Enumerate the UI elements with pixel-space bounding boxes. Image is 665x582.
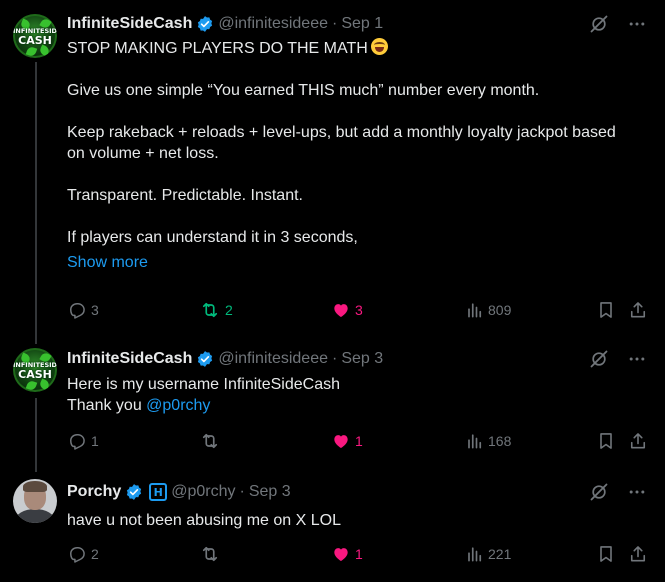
laughing-with-tears-emoji xyxy=(370,38,388,55)
post[interactable]: INFINITESIDE CASH InfiniteSideCash @infi… xyxy=(0,0,665,340)
post-text: have u not been abusing me on X LOL xyxy=(67,510,657,531)
views-button[interactable]: 809 xyxy=(464,300,511,320)
views-count: 221 xyxy=(488,546,512,562)
reply-button[interactable]: 3 xyxy=(67,300,99,320)
repost-button[interactable]: 2 xyxy=(199,300,233,320)
views-count: 168 xyxy=(488,433,512,449)
avatar-text-bottom: CASH xyxy=(18,34,52,47)
author-handle[interactable]: @infinitesideee xyxy=(218,15,328,33)
separator-dot: · xyxy=(332,350,338,367)
like-button[interactable]: 3 xyxy=(331,300,363,320)
more-options-icon[interactable] xyxy=(627,349,647,374)
post-text-line: Keep rakeback + reloads + level-ups, but… xyxy=(67,124,616,141)
author-name[interactable]: InfiniteSideCash xyxy=(67,15,192,33)
repost-icon xyxy=(202,433,218,449)
repost-count: 2 xyxy=(225,302,233,318)
repost-button[interactable] xyxy=(199,431,225,451)
share-icon xyxy=(630,433,646,449)
reply-icon xyxy=(70,434,85,450)
share-icon xyxy=(630,546,646,562)
more-options-icon[interactable] xyxy=(627,482,647,507)
bookmark-button[interactable] xyxy=(596,300,616,320)
separator-dot: · xyxy=(332,15,338,32)
separator-dot: · xyxy=(239,483,245,500)
reply-button[interactable]: 1 xyxy=(67,431,99,451)
author-handle[interactable]: @infinitesideee xyxy=(218,350,328,368)
post-date[interactable]: Sep 1 xyxy=(341,15,383,33)
post-text-line: Give us one simple “You earned THIS much… xyxy=(67,82,540,99)
verified-badge-icon xyxy=(196,15,214,33)
like-button[interactable]: 1 xyxy=(331,544,363,564)
reply-count: 2 xyxy=(91,546,99,562)
show-more-link[interactable]: Show more xyxy=(67,254,148,271)
author-name[interactable]: Porchy xyxy=(67,483,121,501)
more-options-icon[interactable] xyxy=(627,14,647,39)
avatar[interactable]: INFINITESIDE CASH xyxy=(13,14,57,58)
views-icon xyxy=(468,303,482,318)
post-text-line: on volume + net loss. xyxy=(67,145,219,162)
post[interactable]: INFINITESIDE CASH InfiniteSideCash @infi… xyxy=(0,340,665,475)
views-icon xyxy=(468,434,482,449)
post-text: Here is my username InfiniteSideCash Tha… xyxy=(67,374,657,416)
avatar[interactable] xyxy=(13,479,57,523)
grok-icon[interactable] xyxy=(589,482,609,507)
like-count: 3 xyxy=(355,302,363,318)
like-count: 1 xyxy=(355,546,363,562)
post-text-line: If players can understand it in 3 second… xyxy=(67,229,358,246)
views-count: 809 xyxy=(488,302,512,318)
heart-icon xyxy=(334,548,348,562)
author-handle[interactable]: @p0rchy xyxy=(171,483,235,501)
grok-icon[interactable] xyxy=(589,349,609,374)
post-text-line: Here is my username InfiniteSideCash xyxy=(67,376,341,393)
like-count: 1 xyxy=(355,433,363,449)
post-date[interactable]: Sep 3 xyxy=(249,483,291,501)
mention-link[interactable]: @p0rchy xyxy=(146,397,210,414)
like-button[interactable]: 1 xyxy=(331,431,363,451)
post-date[interactable]: Sep 3 xyxy=(341,350,383,368)
share-button[interactable] xyxy=(628,431,648,451)
share-button[interactable] xyxy=(628,300,648,320)
grok-icon[interactable] xyxy=(589,14,609,39)
post-text-line: Transparent. Predictable. Instant. xyxy=(67,187,303,204)
post-text-line: STOP MAKING PLAYERS DO THE MATH xyxy=(67,40,368,57)
repost-icon xyxy=(202,546,218,562)
bookmark-button[interactable] xyxy=(596,431,616,451)
share-icon xyxy=(630,302,646,318)
reply-count: 1 xyxy=(91,433,99,449)
bookmark-icon xyxy=(600,546,612,562)
post-text: STOP MAKING PLAYERS DO THE MATH Give us … xyxy=(67,38,657,273)
views-button[interactable]: 221 xyxy=(464,544,511,564)
author-name[interactable]: InfiniteSideCash xyxy=(67,350,192,368)
post-text-line: Thank you xyxy=(67,397,147,414)
share-button[interactable] xyxy=(628,544,648,564)
heart-icon xyxy=(334,304,348,318)
avatar-text-bottom: CASH xyxy=(18,368,52,381)
views-button[interactable]: 168 xyxy=(464,431,511,451)
verified-badge-icon xyxy=(125,483,143,501)
avatar[interactable]: INFINITESIDE CASH xyxy=(13,348,57,392)
post-text-line: have u not been abusing me on X LOL xyxy=(67,512,341,529)
bookmark-icon xyxy=(600,302,612,318)
reply-icon xyxy=(70,303,85,319)
repost-icon xyxy=(202,302,218,318)
repost-button[interactable] xyxy=(199,544,225,564)
heart-icon xyxy=(334,435,348,449)
bookmark-button[interactable] xyxy=(596,544,616,564)
verified-badge-icon xyxy=(196,350,214,368)
reply-icon xyxy=(70,547,85,563)
reply-button[interactable]: 2 xyxy=(67,544,99,564)
bookmark-icon xyxy=(600,433,612,449)
reply-count: 3 xyxy=(91,302,99,318)
views-icon xyxy=(468,547,482,562)
affiliate-badge-icon[interactable]: H xyxy=(149,483,168,501)
post[interactable]: Porchy H @p0rchy · Sep 3 have u not been… xyxy=(0,475,665,582)
